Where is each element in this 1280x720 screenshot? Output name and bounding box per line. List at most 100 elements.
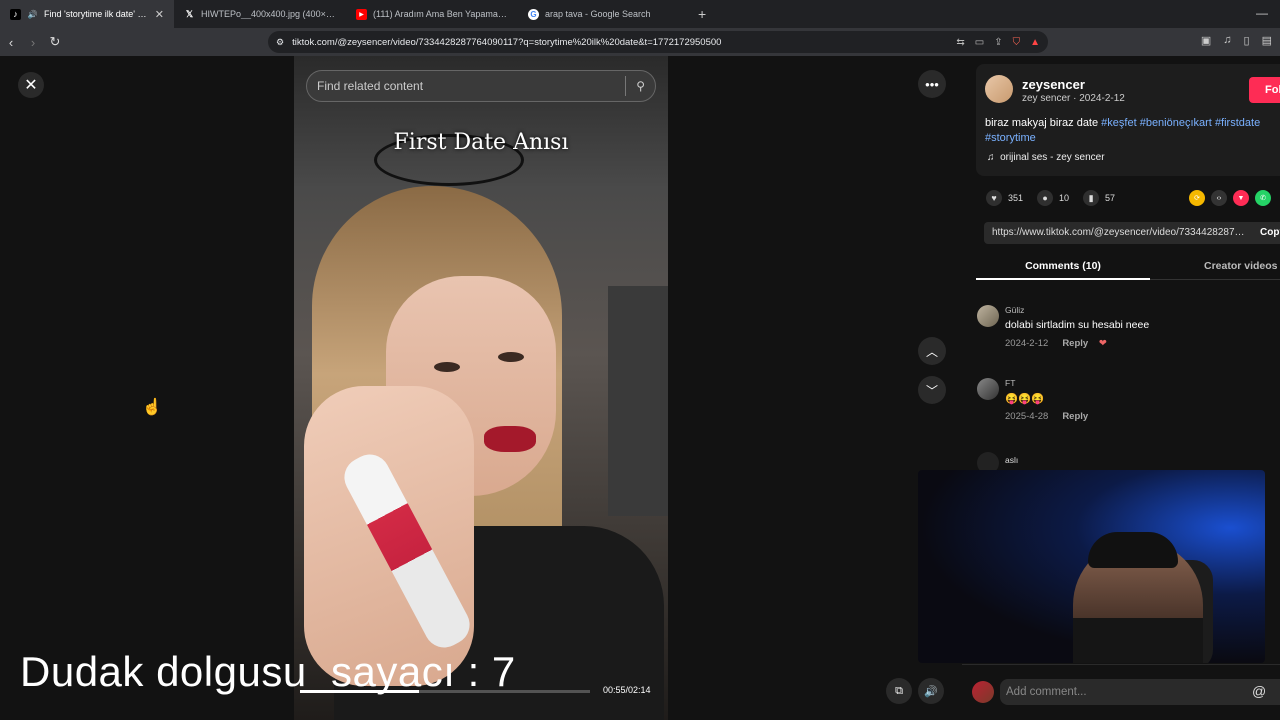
commenter-avatar[interactable]: [977, 378, 999, 400]
add-comment-input[interactable]: Add comment...: [1000, 679, 1280, 705]
more-options-icon[interactable]: •••: [918, 70, 946, 98]
chevron-up-icon[interactable]: ︿: [918, 337, 946, 365]
follow-button[interactable]: Follow: [1249, 77, 1280, 103]
bookmark-icon: ▮: [1083, 190, 1100, 206]
browser-tab[interactable]: G arap tava - Google Search: [518, 0, 690, 28]
address-bar[interactable]: ⚙ tiktok.com/@zeysencer/video/7334428287…: [268, 31, 1048, 53]
x-icon: 𝕏: [185, 8, 194, 19]
copy-link-button[interactable]: Copy link: [1260, 227, 1280, 238]
tab-title: (111) Aradım Ama Ben Yapamam - YouTube: [373, 9, 508, 19]
comment-icon: ●: [1037, 190, 1054, 206]
chevron-down-icon[interactable]: ﹀: [918, 376, 946, 404]
embed-icon[interactable]: ‹›: [1211, 190, 1227, 206]
share-link-text: https://www.tiktok.com/@zeysencer/video/…: [992, 227, 1250, 238]
hashtag[interactable]: #storytime: [985, 132, 1036, 144]
streamer-hair-shape: [1088, 532, 1178, 568]
comment-text: dolabi sirtladim su hesabi neee: [1005, 319, 1150, 331]
like-stat[interactable]: ♥ 351: [986, 190, 1023, 206]
comment-stat[interactable]: ● 10: [1037, 190, 1069, 206]
browser-tab-strip: ♪ 🔊 Find 'storytime ilk date' on TikTok …: [0, 0, 1280, 28]
close-icon[interactable]: ✕: [18, 72, 44, 98]
commenter-avatar[interactable]: [977, 305, 999, 327]
google-icon: G: [528, 8, 539, 20]
forward-icon[interactable]: ›: [22, 35, 44, 50]
tab-title: Find 'storytime ilk date' on TikTok: [44, 9, 149, 19]
tiktok-icon: ♪: [10, 8, 21, 20]
youtube-icon: ▶: [356, 8, 367, 20]
comment-item: Güliz dolabi sirtladim su hesabi neee 20…: [977, 305, 1267, 355]
music-info[interactable]: ♫ orijinal ses - zey sencer: [987, 152, 1105, 163]
reply-button[interactable]: Reply: [1062, 411, 1088, 422]
tab-title: arap tava - Google Search: [545, 9, 651, 19]
close-tab-icon[interactable]: ✕: [155, 8, 164, 21]
wallet-icon[interactable]: ▤: [1262, 34, 1272, 47]
media-icon[interactable]: ♫: [1223, 34, 1231, 47]
translate-icon[interactable]: ⇆: [956, 37, 964, 48]
new-tab-icon[interactable]: +: [690, 6, 714, 22]
author-username[interactable]: zeysencer: [1022, 77, 1085, 92]
speaker-icon[interactable]: 🔊: [27, 9, 38, 20]
brave-shield-icon[interactable]: ⛉: [1013, 37, 1021, 48]
search-placeholder: Find related content: [317, 79, 424, 93]
divider: [625, 76, 627, 96]
author-avatar[interactable]: [985, 75, 1013, 103]
browser-tab[interactable]: ♪ 🔊 Find 'storytime ilk date' on TikTok …: [0, 0, 174, 28]
video-caption: First Date Anısı: [393, 130, 569, 155]
volume-icon[interactable]: 🔊: [918, 678, 944, 704]
search-icon[interactable]: ⚲: [636, 79, 645, 93]
hashtag[interactable]: #firstdate: [1215, 117, 1260, 129]
stream-overlay-counter: Dudak dolgusu sayacı : 7: [20, 648, 516, 695]
engagement-stats: ♥ 351 ● 10 ▮ 57: [986, 190, 1115, 206]
reload-icon[interactable]: ↻: [44, 34, 66, 50]
eye-shape: [434, 362, 460, 372]
commenter-name[interactable]: Güliz: [1005, 305, 1024, 315]
video-time: 00:55/02:14: [603, 685, 651, 695]
my-avatar[interactable]: [972, 681, 994, 703]
active-tab-underline: [976, 278, 1150, 280]
lips-shape: [484, 426, 536, 452]
url-text: tiktok.com/@zeysencer/video/733442828776…: [292, 36, 722, 48]
tab-title: HIWTEPo__400x400.jpg (400×400): [201, 9, 336, 19]
browser-tab[interactable]: 𝕏 HIWTEPo__400x400.jpg (400×400): [174, 0, 346, 28]
back-icon[interactable]: ‹: [0, 35, 22, 50]
comment-item: FT 😝😝😝 2025-4-28 Reply: [977, 378, 1267, 428]
pip-icon[interactable]: ⧉: [886, 678, 912, 704]
repost-icon[interactable]: ⟳: [1189, 190, 1205, 206]
mention-icon[interactable]: @: [1252, 683, 1266, 699]
send-icon[interactable]: ▼: [1233, 190, 1249, 206]
save-stat[interactable]: ▮ 57: [1083, 190, 1115, 206]
hand-cursor-icon: ☝: [142, 399, 162, 416]
description-text: biraz makyaj biraz date: [985, 117, 1102, 129]
related-search-input[interactable]: Find related content ⚲: [306, 70, 656, 102]
minimize-icon[interactable]: —: [1256, 6, 1268, 20]
browser-tab[interactable]: ▶ (111) Aradım Ama Ben Yapamam - YouTube: [346, 0, 518, 28]
eye-shape: [498, 352, 524, 362]
heart-icon: ♥: [986, 190, 1002, 206]
video-player[interactable]: First Date Anısı: [294, 56, 668, 720]
hashtag[interactable]: #keşfet: [1101, 117, 1136, 129]
creator-liked-icon: ❤: [1098, 338, 1107, 349]
tab-comments[interactable]: Comments (10): [976, 260, 1150, 272]
hashtag[interactable]: #beniöneçıkart: [1140, 117, 1212, 129]
music-note-icon: ♫: [987, 152, 995, 163]
commenter-name[interactable]: aslı: [1005, 455, 1018, 465]
site-info-icon[interactable]: ⚙: [276, 37, 284, 48]
sidebar-icon[interactable]: ▯: [1244, 34, 1250, 47]
panel-tabs: Comments (10) Creator videos: [976, 254, 1280, 280]
brave-rewards-icon[interactable]: ▲: [1030, 37, 1040, 48]
extensions-icon[interactable]: ▣: [1201, 34, 1211, 47]
streamer-webcam: [918, 470, 1265, 663]
whatsapp-icon[interactable]: ✆: [1255, 190, 1271, 206]
reply-button[interactable]: Reply: [1062, 338, 1088, 349]
share-icon[interactable]: ⇪: [994, 37, 1002, 48]
comment-text: 😝😝😝: [1005, 393, 1045, 405]
music-title: orijinal ses - zey sencer: [1000, 152, 1105, 163]
cast-icon[interactable]: ▭: [975, 37, 984, 48]
commenter-name[interactable]: FT: [1005, 378, 1015, 388]
share-link-field[interactable]: https://www.tiktok.com/@zeysencer/video/…: [984, 222, 1280, 244]
tab-creator-videos[interactable]: Creator videos: [1204, 260, 1278, 272]
share-options: ⟳ ‹› ▼ ✆: [1189, 190, 1271, 206]
post-description: biraz makyaj biraz date #keşfet #beniöne…: [985, 116, 1280, 146]
add-comment-bar: Add comment... @: [962, 664, 1280, 720]
like-count: 351: [1008, 193, 1024, 203]
